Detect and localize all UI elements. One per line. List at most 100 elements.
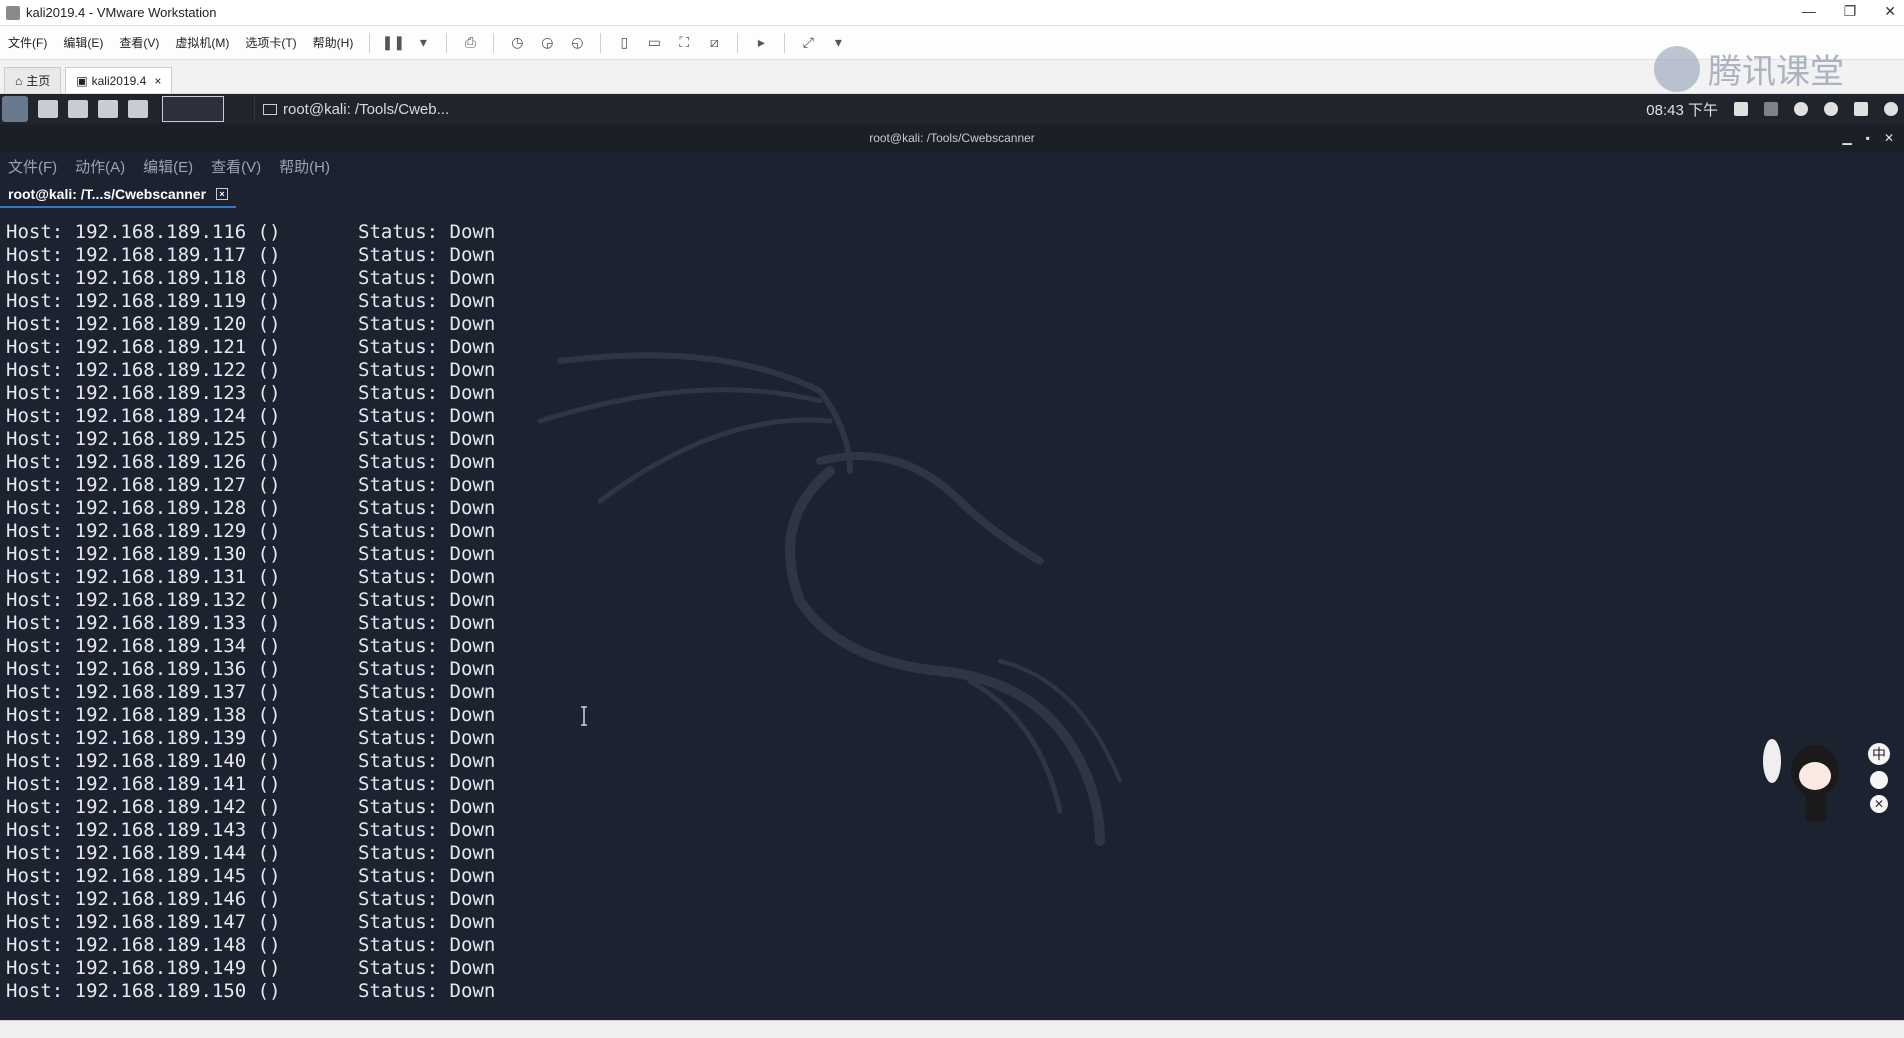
terminal-line: Host: 192.168.189.120 () Status: Down [6,313,495,336]
pause-icon[interactable]: ❚❚ [382,32,405,54]
terminal-tab[interactable]: root@kali: /T...s/Cwebscanner × [0,182,237,208]
terminal-line: Host: 192.168.189.143 () Status: Down [6,819,495,842]
taskbar-terminal-entry[interactable]: root@kali: /Tools/Cweb... [254,96,457,122]
file-manager-icon[interactable] [68,100,88,118]
fullscreen-icon[interactable]: ⛶ [673,32,695,54]
desktop-icon[interactable] [38,100,58,118]
terminal-line: Host: 192.168.189.147 () Status: Down [6,911,495,934]
terminal-line: Host: 192.168.189.126 () Status: Down [6,451,495,474]
terminal-menu-file[interactable]: 文件(F) [8,156,57,177]
host-status: Status: Down [358,704,496,726]
ime-close-icon[interactable]: ✕ [1870,795,1888,813]
host-address: Host: 192.168.189.141 () [6,773,281,795]
tab-home[interactable]: ⌂ 主页 [4,67,62,93]
watermark-text: 腾讯课堂 [1708,53,1844,91]
host-address: Host: 192.168.189.144 () [6,842,281,864]
terminal-minimize-icon[interactable]: ▁ [1842,124,1851,152]
host-address: Host: 192.168.189.133 () [6,612,281,634]
host-address: Host: 192.168.189.130 () [6,543,281,565]
toolbar-separator [737,32,739,53]
host-status: Status: Down [358,957,496,979]
network-icon[interactable] [1824,102,1838,116]
terminal-line: Host: 192.168.189.146 () Status: Down [6,888,495,911]
ime-mascot-widget[interactable]: 中 ✕ [1760,731,1890,851]
menu-view[interactable]: 查看(V) [111,34,167,51]
notification-bell-icon[interactable] [1794,102,1808,116]
terminal-menu-edit[interactable]: 编辑(E) [143,156,193,177]
host-address: Host: 192.168.189.126 () [6,451,281,473]
terminal-line: Host: 192.168.189.130 () Status: Down [6,543,495,566]
host-status: Status: Down [358,566,496,588]
terminal-line: Host: 192.168.189.118 () Status: Down [6,267,495,290]
host-status: Status: Down [358,589,496,611]
host-address: Host: 192.168.189.129 () [6,520,281,542]
terminal-line: Host: 192.168.189.136 () Status: Down [6,658,495,681]
restore-button[interactable]: ❐ [1844,3,1857,20]
tab-kali[interactable]: ▣ kali2019.4 × [65,67,173,93]
stretch-icon[interactable]: ⤢ [797,32,819,54]
vm-icon: ▣ [76,73,88,88]
terminal-titlebar: root@kali: /Tools/Cwebscanner ▁ ▪ ✕ [0,124,1904,152]
sidebar-toggle-icon[interactable]: ▯ [613,32,635,54]
host-address: Host: 192.168.189.131 () [6,566,281,588]
host-status: Status: Down [358,773,496,795]
console-icon[interactable]: ▸ [750,32,772,54]
menu-edit[interactable]: 编辑(E) [55,34,111,51]
workspace-switcher[interactable] [162,96,224,122]
host-address: Host: 192.168.189.140 () [6,750,281,772]
terminal-maximize-icon[interactable]: ▪ [1866,124,1870,152]
host-status: Status: Down [358,313,496,335]
snapshot-manager-icon[interactable]: ◵ [566,32,588,54]
clock[interactable]: 08:43 下午 [1646,99,1718,120]
terminal-line: Host: 192.168.189.128 () Status: Down [6,497,495,520]
minimize-button[interactable]: — [1802,3,1816,20]
kali-menu-launcher-icon[interactable] [2,96,28,122]
screenshot-tool-icon[interactable] [128,100,148,118]
terminal-line: Host: 192.168.189.124 () Status: Down [6,405,495,428]
terminal-line: Host: 192.168.189.121 () Status: Down [6,336,495,359]
terminal-line: Host: 192.168.189.127 () Status: Down [6,474,495,497]
host-status: Status: Down [358,497,496,519]
host-status: Status: Down [358,934,496,956]
kali-top-panel: root@kali: /Tools/Cweb... 08:43 下午 [0,94,1904,124]
menu-tabs[interactable]: 选项卡(T) [237,34,304,51]
volume-icon[interactable] [1764,102,1778,116]
lock-icon[interactable] [1854,102,1868,116]
vmware-menubar: 文件(F) 编辑(E) 查看(V) 虚拟机(M) 选项卡(T) 帮助(H) ❚❚… [0,26,1904,60]
close-button[interactable]: ✕ [1884,3,1896,20]
menu-help[interactable]: 帮助(H) [305,34,362,51]
send-keys-icon[interactable]: ⎙ [459,32,481,54]
unity-icon[interactable]: ⧄ [703,32,725,54]
dropdown-arrow-icon[interactable]: ▾ [412,32,434,54]
menu-file[interactable]: 文件(F) [0,34,55,51]
thumbnail-bar-icon[interactable]: ▭ [643,32,665,54]
ime-settings-icon[interactable] [1870,771,1888,789]
terminal-menu-view[interactable]: 查看(V) [211,156,261,177]
ime-chinese-toggle[interactable]: 中 [1868,743,1890,765]
snapshot-icon[interactable]: ◷ [506,32,528,54]
terminal-line: Host: 192.168.189.139 () Status: Down [6,727,495,750]
display-icon[interactable] [1734,102,1748,116]
host-address: Host: 192.168.189.123 () [6,382,281,404]
vmware-title-bar: kali2019.4 - VMware Workstation — ❐ ✕ [0,0,1904,26]
toolbar-separator [493,32,495,53]
terminal-close-icon[interactable]: ✕ [1884,124,1894,152]
terminal-line: Host: 192.168.189.133 () Status: Down [6,612,495,635]
host-address: Host: 192.168.189.139 () [6,727,281,749]
scan-results: Host: 192.168.189.116 () Status: Down Host… [6,221,495,1003]
tab-close-icon[interactable]: × [154,74,161,88]
terminal-menu-actions[interactable]: 动作(A) [75,156,125,177]
revert-snapshot-icon[interactable]: ◶ [536,32,558,54]
terminal-tab-close-icon[interactable]: × [216,188,229,200]
power-icon[interactable] [1884,102,1898,116]
terminal-launcher-icon[interactable] [98,100,118,118]
stretch-dropdown-icon[interactable]: ▾ [827,32,849,54]
menu-vm[interactable]: 虚拟机(M) [167,34,237,51]
host-status: Status: Down [358,451,496,473]
terminal-line: Host: 192.168.189.138 () Status: Down [6,704,495,727]
terminal-menu-help[interactable]: 帮助(H) [279,156,330,177]
terminal-line: Host: 192.168.189.141 () Status: Down [6,773,495,796]
terminal-window-controls: ▁ ▪ ✕ [1842,124,1894,152]
host-status: Status: Down [358,244,496,266]
terminal-output[interactable]: Host: 192.168.189.116 () Status: Down Host… [0,211,1904,1020]
